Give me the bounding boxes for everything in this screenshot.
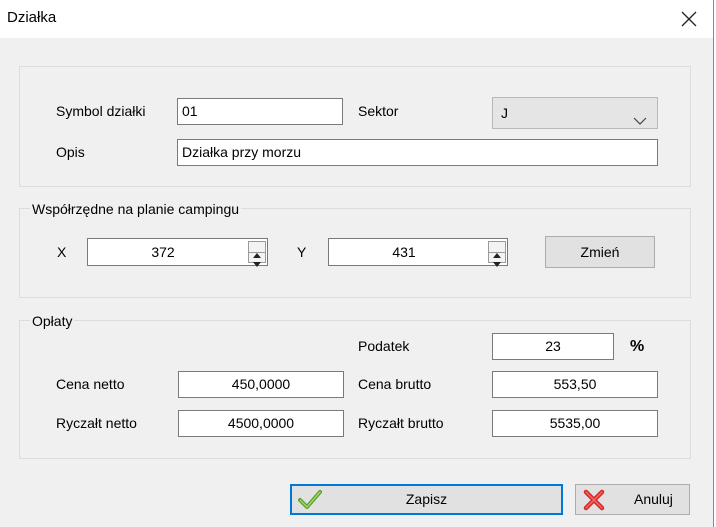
save-button[interactable]: Zapisz	[290, 484, 563, 515]
x-stepper[interactable]: 372	[87, 238, 268, 267]
fees-legend: Opłaty	[30, 313, 75, 329]
change-button[interactable]: Zmień	[545, 236, 655, 268]
symbol-label: Symbol działki	[56, 103, 146, 119]
close-icon[interactable]	[676, 6, 702, 32]
y-value: 431	[392, 244, 416, 260]
flat-gross-input[interactable]: 5535,00	[492, 410, 658, 437]
symbol-input[interactable]: 01	[177, 98, 343, 125]
x-label: X	[57, 244, 67, 260]
spin-down-icon[interactable]	[489, 252, 505, 267]
x-stepper-buttons	[248, 241, 266, 267]
gross-price-label: Cena brutto	[358, 376, 432, 392]
cancel-label: Anuluj	[634, 491, 673, 507]
save-label: Zapisz	[405, 491, 448, 507]
coordinates-legend: Współrzędne na planie campingu	[30, 201, 242, 217]
y-label: Y	[297, 244, 307, 260]
x-icon	[582, 489, 606, 511]
sector-select[interactable]: J	[492, 97, 658, 129]
y-stepper[interactable]: 431	[328, 238, 508, 267]
title-bar	[0, 0, 716, 38]
gross-price-input[interactable]: 553,50	[492, 371, 658, 398]
net-price-input[interactable]: 450,0000	[178, 371, 344, 398]
sector-select-value: J	[501, 105, 508, 121]
sector-label: Sektor	[358, 103, 399, 119]
window-title: Działka	[7, 9, 57, 26]
net-price-label: Cena netto	[56, 376, 125, 392]
description-label: Opis	[56, 144, 85, 160]
tax-label: Podatek	[358, 338, 410, 354]
cancel-button[interactable]: Anuluj	[575, 484, 690, 515]
flat-gross-label: Ryczałt brutto	[358, 415, 444, 431]
chevron-down-icon	[633, 107, 647, 125]
flat-net-label: Ryczałt netto	[56, 415, 137, 431]
description-input[interactable]: Działka przy morzu	[177, 139, 658, 166]
x-value: 372	[151, 244, 175, 260]
y-stepper-buttons	[488, 241, 506, 267]
flat-net-input[interactable]: 4500,0000	[178, 410, 344, 437]
window-border	[713, 0, 714, 527]
tax-unit: %	[630, 338, 645, 355]
spin-down-icon[interactable]	[249, 252, 265, 267]
tax-input[interactable]: 23	[492, 333, 614, 360]
